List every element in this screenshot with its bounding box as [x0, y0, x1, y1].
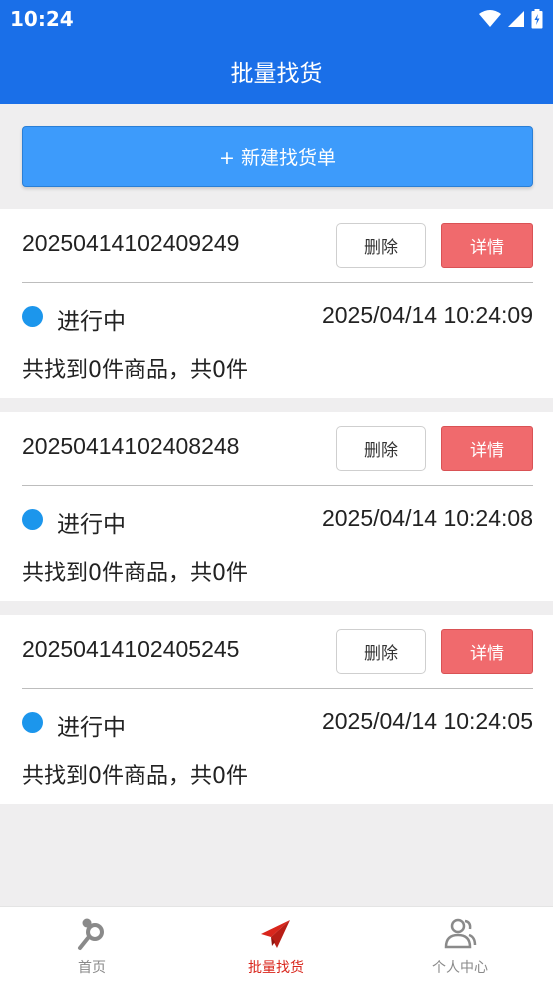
battery-icon	[531, 9, 543, 29]
bottom-tab-bar: 首页 批量找货 个人中心	[0, 906, 553, 983]
order-time: 2025/04/14 10:24:08	[321, 505, 533, 531]
detail-button[interactable]: 详情	[441, 629, 533, 674]
users-icon	[444, 918, 477, 949]
status-dot-icon	[22, 509, 43, 530]
divider	[22, 688, 533, 689]
delete-button[interactable]: 删除	[336, 223, 426, 268]
tab-batch-search-label: 批量找货	[248, 960, 304, 976]
order-id: 20250414102408248	[22, 433, 240, 459]
divider	[22, 485, 533, 486]
order-time: 2025/04/14 10:24:09	[321, 302, 533, 328]
wifi-icon	[479, 10, 501, 27]
order-time: 2025/04/14 10:24:05	[321, 708, 533, 734]
tab-profile[interactable]: 个人中心	[368, 907, 552, 983]
detail-button[interactable]: 详情	[441, 426, 533, 471]
search-magnifier-icon	[78, 918, 104, 950]
status-dot-icon	[22, 306, 43, 327]
status-icons	[479, 9, 543, 29]
tab-home-label: 首页	[78, 960, 106, 976]
signal-icon	[508, 11, 524, 27]
status-text: 进行中	[57, 715, 126, 741]
status-time: 10:24	[10, 7, 74, 31]
order-card[interactable]: 20250414102405245 删除 详情 进行中 2025/04/14 1…	[0, 615, 553, 804]
status-dot-icon	[22, 712, 43, 733]
order-card[interactable]: 20250414102409249 删除 详情 进行中 2025/04/14 1…	[0, 209, 553, 398]
order-id: 20250414102405245	[22, 636, 240, 662]
tab-batch-search[interactable]: 批量找货	[184, 907, 368, 983]
order-summary: 共找到0件商品，共0件	[22, 764, 248, 789]
delete-button[interactable]: 删除	[336, 426, 426, 471]
order-summary: 共找到0件商品，共0件	[22, 561, 248, 586]
detail-button[interactable]: 详情	[441, 223, 533, 268]
delete-button[interactable]: 删除	[336, 629, 426, 674]
page-title: 批量找货	[230, 61, 323, 87]
order-card[interactable]: 20250414102408248 删除 详情 进行中 2025/04/14 1…	[0, 412, 553, 601]
tab-home[interactable]: 首页	[0, 907, 184, 983]
paper-plane-icon	[261, 920, 290, 948]
status-text: 进行中	[57, 309, 126, 335]
order-summary: 共找到0件商品，共0件	[22, 358, 248, 383]
status-text: 进行中	[57, 512, 126, 538]
order-id: 20250414102409249	[22, 230, 240, 256]
tab-profile-label: 个人中心	[432, 960, 488, 976]
status-bar: 10:24	[0, 0, 553, 38]
divider	[22, 282, 533, 283]
app-header: 批量找货	[0, 38, 553, 104]
new-order-button[interactable]: + 新建找货单	[22, 126, 533, 187]
